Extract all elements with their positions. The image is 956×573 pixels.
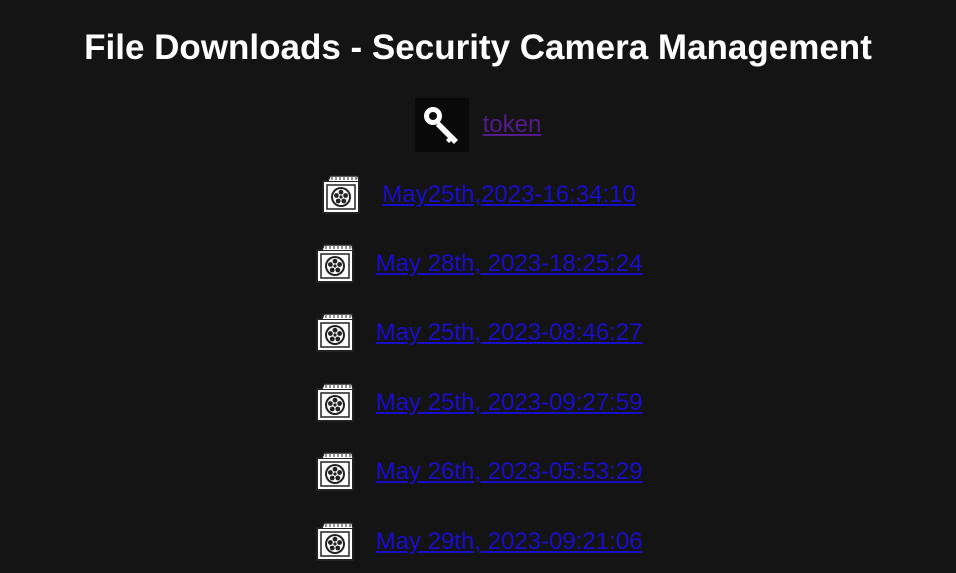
file-link[interactable]: May 28th, 2023-18:25:24 <box>376 250 643 278</box>
file-link[interactable]: May 25th, 2023-09:27:59 <box>376 389 643 417</box>
film-reel-icon[interactable] <box>314 451 356 493</box>
downloads-page: File Downloads - Security Camera Managem… <box>0 0 956 573</box>
file-row: May25th,2023-16:34:10 <box>0 174 956 216</box>
file-link[interactable]: May 26th, 2023-05:53:29 <box>376 458 643 486</box>
file-row: May 25th, 2023-09:27:59 <box>0 382 956 424</box>
file-row: May 25th, 2023-08:46:27 <box>0 312 956 354</box>
film-reel-icon[interactable] <box>314 382 356 424</box>
token-link[interactable]: token <box>483 111 542 139</box>
file-row: May 29th, 2023-09:21:06 <box>0 521 956 563</box>
token-row: token <box>0 98 956 152</box>
film-reel-icon[interactable] <box>314 243 356 285</box>
key-icon[interactable] <box>414 98 469 152</box>
file-link[interactable]: May 25th, 2023-08:46:27 <box>376 319 643 347</box>
film-reel-icon[interactable] <box>314 312 356 354</box>
page-title: File Downloads - Security Camera Managem… <box>84 28 872 67</box>
file-link[interactable]: May25th,2023-16:34:10 <box>382 181 636 209</box>
file-row: May 26th, 2023-05:53:29 <box>0 451 956 493</box>
file-row: May 28th, 2023-18:25:24 <box>0 243 956 285</box>
file-link[interactable]: May 29th, 2023-09:21:06 <box>376 528 643 556</box>
film-reel-icon[interactable] <box>320 174 362 216</box>
film-reel-icon[interactable] <box>314 521 356 563</box>
